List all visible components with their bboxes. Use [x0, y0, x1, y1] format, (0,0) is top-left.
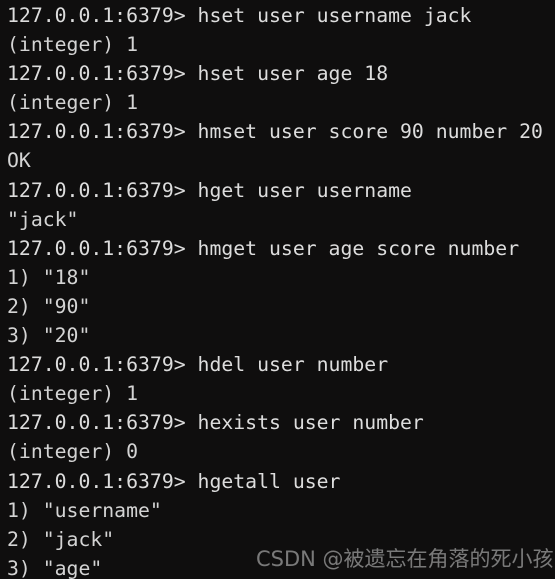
terminal-response-line: 1) "18" — [7, 265, 91, 289]
terminal-response-line: 1) "username" — [7, 498, 162, 522]
terminal-command-line: 127.0.0.1:6379> hset user age 18 — [7, 62, 389, 86]
terminal-command-line: 127.0.0.1:6379> hgetall user — [7, 469, 341, 493]
terminal-command-line: 127.0.0.1:6379> hget user username — [7, 178, 412, 202]
terminal-command-line: 127.0.0.1:6379> hmget user age score num… — [7, 236, 520, 260]
terminal-command-line: 127.0.0.1:6379> hmset user score 90 numb… — [7, 120, 543, 144]
terminal-command-line: 127.0.0.1:6379> hdel user number — [7, 353, 389, 377]
terminal-response-line: (integer) 1 — [7, 33, 139, 57]
terminal-response-line: "jack" — [7, 207, 79, 231]
terminal-response-line: (integer) 1 — [7, 382, 139, 406]
terminal-response-line: (integer) 0 — [7, 440, 139, 464]
terminal-window[interactable]: 127.0.0.1:6379> hset user username jack (… — [0, 0, 555, 579]
terminal-command-line: 127.0.0.1:6379> hset user username jack — [7, 4, 472, 27]
terminal-response-line: OK — [7, 149, 31, 173]
terminal-response-line: 3) "20" — [7, 324, 91, 348]
terminal-response-line: 2) "jack" — [7, 527, 115, 551]
terminal-response-line: (integer) 1 — [7, 91, 139, 115]
terminal-command-line: 127.0.0.1:6379> hexists user number — [7, 411, 424, 435]
terminal-response-line: 3) "age" — [7, 556, 103, 579]
terminal-response-line: 2) "90" — [7, 294, 91, 318]
terminal-output[interactable]: 127.0.0.1:6379> hset user username jack (… — [7, 1, 555, 579]
